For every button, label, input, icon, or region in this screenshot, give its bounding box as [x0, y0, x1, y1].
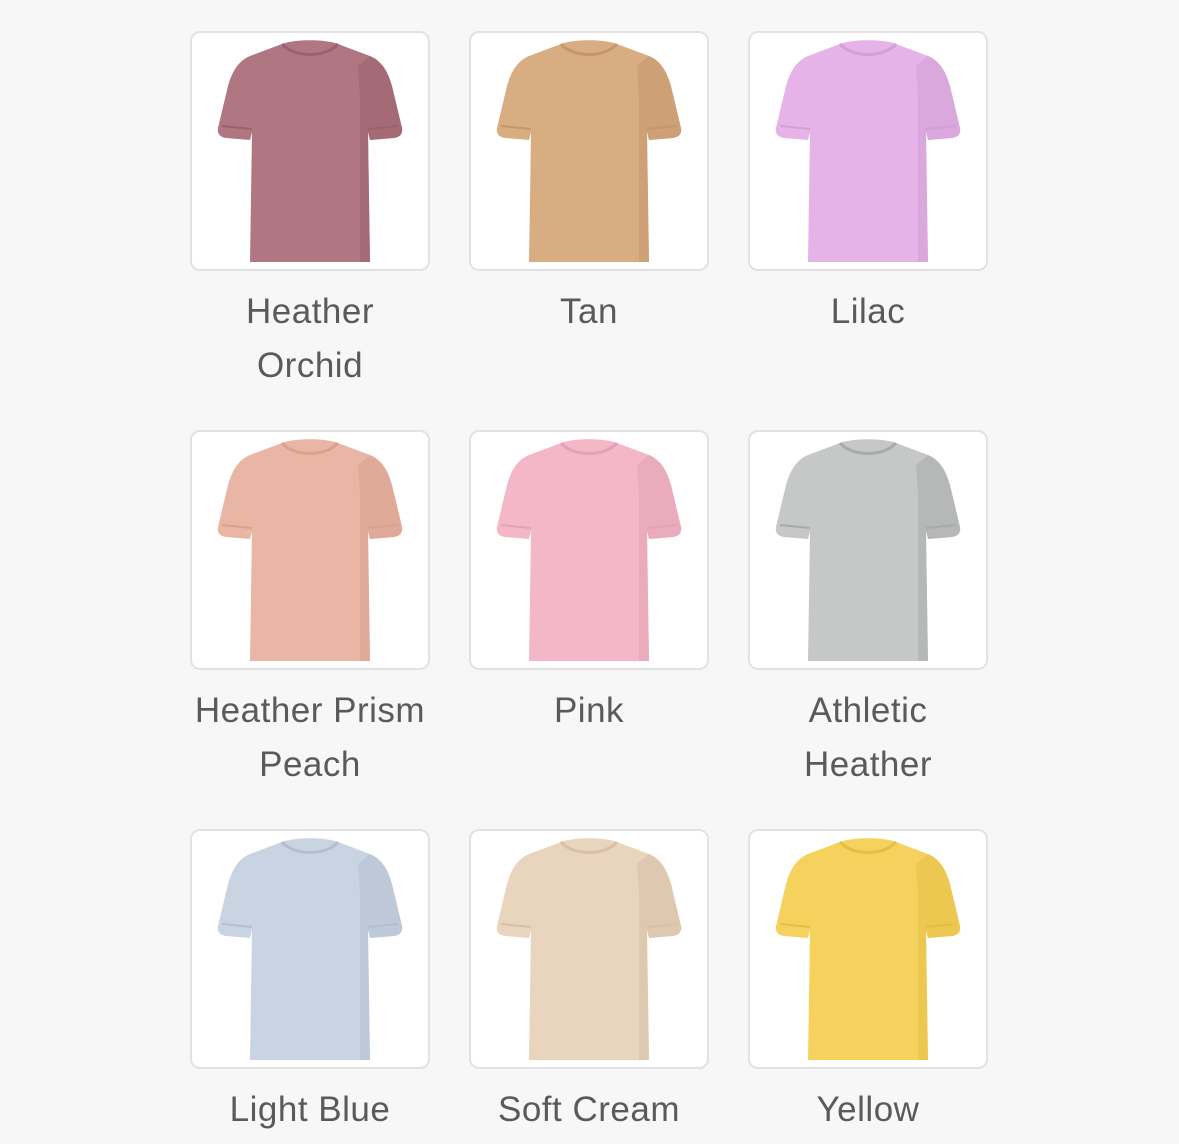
tshirt-shading [637, 56, 682, 262]
tshirt-thumbnail[interactable] [748, 430, 988, 670]
color-option-label: Light Blue [229, 1090, 391, 1129]
color-option-label: Soft Cream [498, 1090, 680, 1129]
tshirt-icon [496, 439, 682, 661]
tshirt-shading [358, 854, 403, 1060]
color-option-heather-orchid[interactable]: Heather Orchid [190, 31, 430, 430]
color-option-pink[interactable]: Pink [469, 430, 709, 829]
color-option-lilac[interactable]: Lilac [748, 31, 988, 430]
tshirt-icon [217, 439, 403, 661]
tshirt-thumbnail[interactable] [190, 31, 430, 271]
tshirt-shading [358, 455, 403, 661]
tshirt-thumbnail[interactable] [190, 430, 430, 670]
tshirt-thumbnail[interactable] [469, 31, 709, 271]
color-option-soft-cream[interactable]: Soft Cream [469, 829, 709, 1137]
color-option-light-blue[interactable]: Light Blue [190, 829, 430, 1137]
color-option-label: Heather Orchid [245, 292, 375, 385]
tshirt-thumbnail[interactable] [190, 829, 430, 1069]
tshirt-shading [916, 854, 961, 1060]
tshirt-shading [637, 455, 682, 661]
color-option-label: Pink [553, 691, 625, 730]
color-swatch-grid: Heather Orchid Tan Lilac Heather Prism P… [190, 31, 990, 1137]
color-option-heather-prism-peach[interactable]: Heather Prism Peach [190, 430, 430, 829]
tshirt-shading [358, 56, 403, 262]
tshirt-icon [496, 40, 682, 262]
color-option-tan[interactable]: Tan [469, 31, 709, 430]
tshirt-shading [916, 455, 961, 661]
tshirt-thumbnail[interactable] [748, 829, 988, 1069]
color-option-label: Tan [560, 292, 618, 331]
color-option-label: Yellow [816, 1090, 920, 1129]
tshirt-icon [217, 838, 403, 1060]
color-option-athletic-heather[interactable]: Athletic Heather [748, 430, 988, 829]
color-option-label: Athletic Heather [803, 691, 933, 784]
color-option-yellow[interactable]: Yellow [748, 829, 988, 1137]
tshirt-shading [637, 854, 682, 1060]
color-option-label: Lilac [830, 292, 906, 331]
tshirt-thumbnail[interactable] [469, 829, 709, 1069]
tshirt-icon [775, 838, 961, 1060]
tshirt-thumbnail[interactable] [748, 31, 988, 271]
tshirt-icon [217, 40, 403, 262]
tshirt-thumbnail[interactable] [469, 430, 709, 670]
color-option-label: Heather Prism Peach [194, 691, 426, 784]
tshirt-icon [775, 439, 961, 661]
tshirt-icon [496, 838, 682, 1060]
tshirt-icon [775, 40, 961, 262]
tshirt-shading [916, 56, 961, 262]
